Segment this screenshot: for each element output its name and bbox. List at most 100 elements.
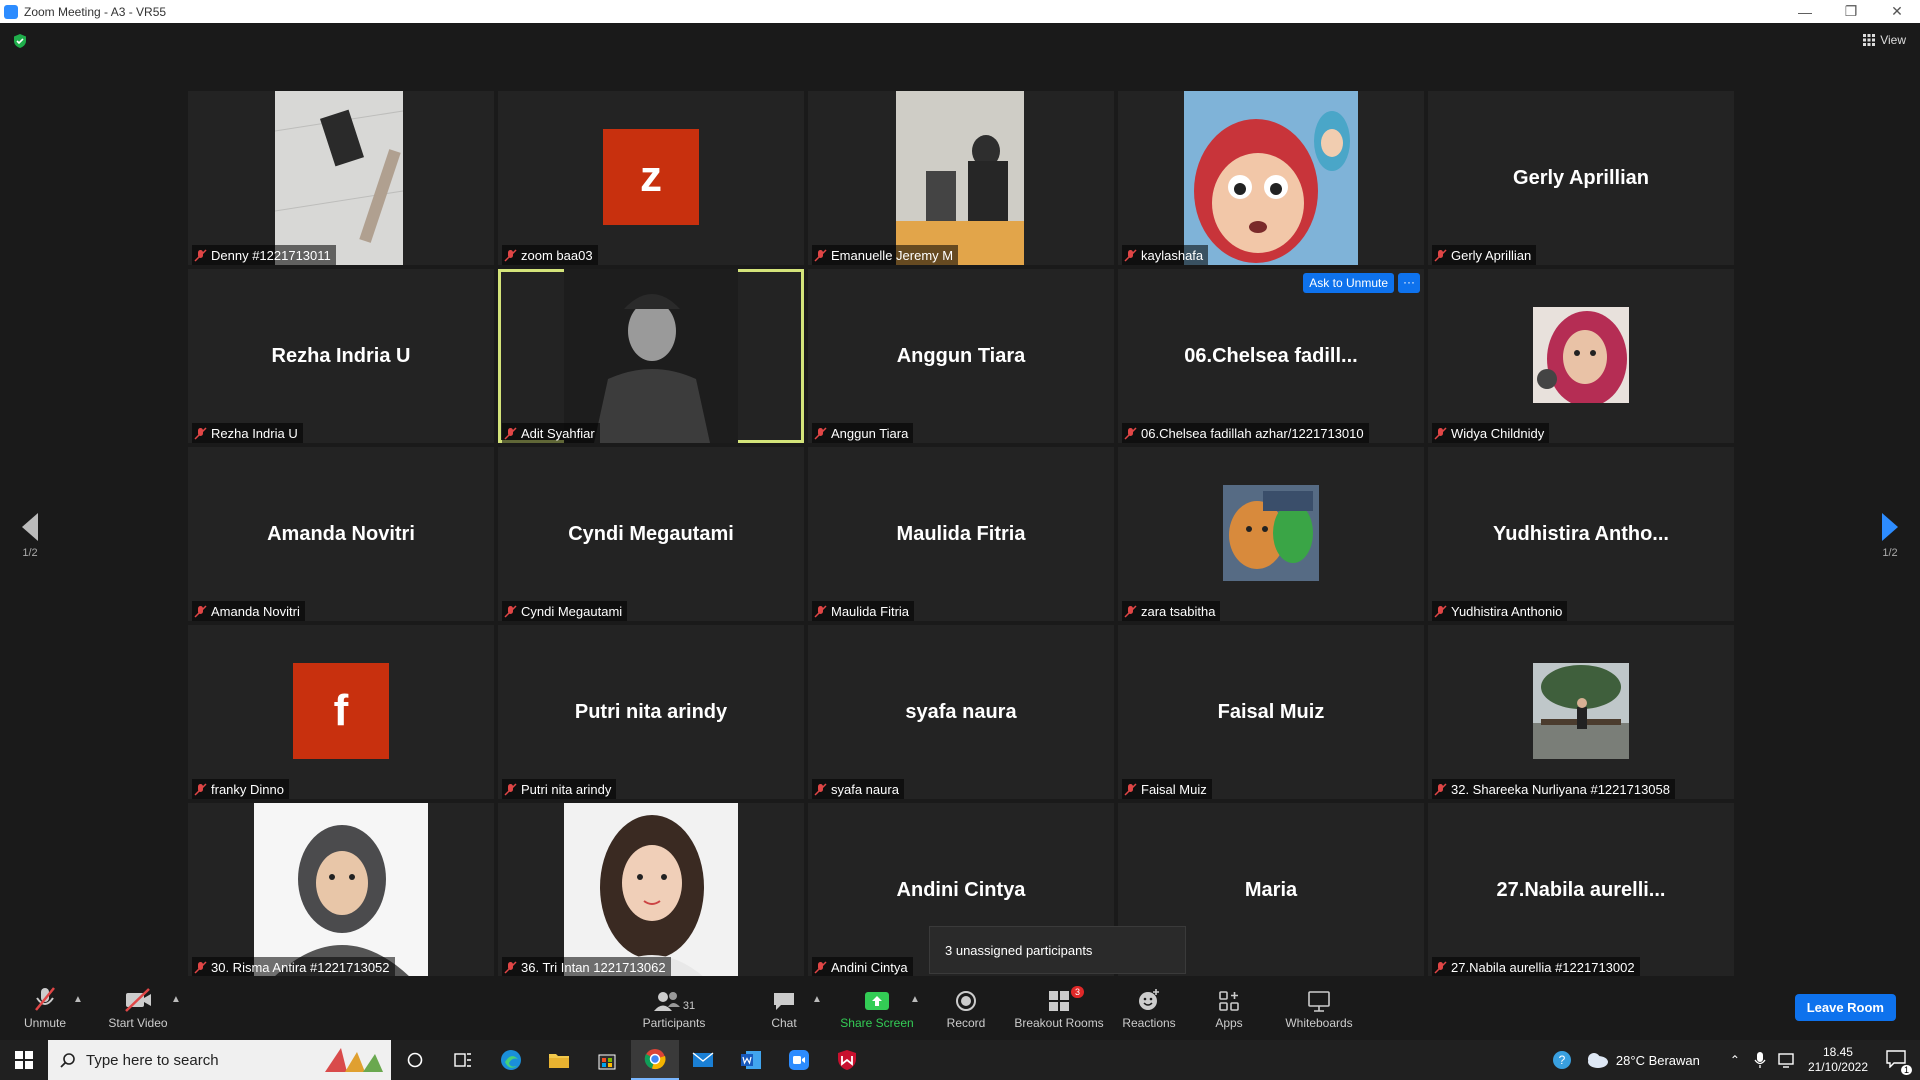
participant-tile[interactable]: Rezha Indria U Rezha Indria U bbox=[188, 269, 494, 443]
participant-video bbox=[275, 91, 403, 265]
participant-display-name: Cyndi Megautami bbox=[568, 523, 734, 545]
participant-tile[interactable]: Ask to Unmute ··· 06.Chelsea fadill... 0… bbox=[1118, 269, 1424, 443]
share-options-caret-icon[interactable]: ▲ bbox=[910, 994, 920, 1005]
reactions-button[interactable]: Reactions bbox=[1104, 986, 1194, 1030]
file-explorer-taskbar-button[interactable] bbox=[535, 1040, 583, 1080]
participants-button[interactable]: 31 Participants bbox=[629, 986, 719, 1030]
participant-tile[interactable]: Gerly Aprillian Gerly Aprillian bbox=[1428, 91, 1734, 265]
participant-tile[interactable]: Amanda Novitri Amanda Novitri bbox=[188, 447, 494, 621]
muted-mic-icon bbox=[814, 604, 827, 618]
mcafee-shield-icon bbox=[838, 1050, 856, 1070]
chat-button[interactable]: Chat bbox=[739, 986, 829, 1030]
encryption-shield-icon[interactable] bbox=[12, 33, 28, 49]
cortana-button[interactable] bbox=[391, 1040, 439, 1080]
name-label: Emanuelle Jeremy M bbox=[812, 245, 959, 265]
store-bag-icon bbox=[598, 1054, 616, 1070]
close-button[interactable]: ✕ bbox=[1874, 0, 1920, 23]
name-label: Anggun Tiara bbox=[812, 423, 914, 443]
record-button[interactable]: Record bbox=[921, 986, 1011, 1030]
previous-page-button[interactable]: 1/2 bbox=[15, 513, 45, 559]
unassigned-participants-notice[interactable]: 3 unassigned participants bbox=[929, 926, 1186, 974]
name-label: Maulida Fitria bbox=[812, 601, 915, 621]
apps-button[interactable]: Apps bbox=[1184, 986, 1274, 1030]
participant-tile[interactable]: syafa naura syafa naura bbox=[808, 625, 1114, 799]
participant-tile[interactable]: 32. Shareeka Nurliyana #1221713058 bbox=[1428, 625, 1734, 799]
task-view-icon bbox=[454, 1053, 471, 1067]
leave-room-button[interactable]: Leave Room bbox=[1794, 994, 1896, 1021]
chat-options-caret-icon[interactable]: ▲ bbox=[812, 994, 822, 1005]
search-icon bbox=[60, 1053, 75, 1068]
microphone-icon[interactable] bbox=[1754, 1051, 1766, 1069]
mail-taskbar-button[interactable] bbox=[679, 1040, 727, 1080]
participant-tile[interactable]: f franky Dinno bbox=[188, 625, 494, 799]
view-button[interactable]: View bbox=[1863, 33, 1906, 47]
next-page-button[interactable]: 1/2 bbox=[1875, 513, 1905, 559]
weather-text[interactable]: 28°C Berawan bbox=[1616, 1053, 1700, 1068]
muted-mic-icon bbox=[194, 782, 207, 796]
word-taskbar-button[interactable] bbox=[727, 1040, 775, 1080]
task-view-button[interactable] bbox=[439, 1040, 487, 1080]
unmute-button[interactable]: Unmute bbox=[0, 986, 90, 1030]
network-icon[interactable] bbox=[1778, 1052, 1796, 1068]
name-label: Gerly Aprillian bbox=[1432, 245, 1537, 265]
name-label: Andini Cintya bbox=[812, 957, 913, 977]
breakout-rooms-button[interactable]: 3 Breakout Rooms bbox=[1013, 986, 1105, 1030]
participant-tile[interactable]: Maulida Fitria Maulida Fitria bbox=[808, 447, 1114, 621]
name-label: kaylashafa bbox=[1122, 245, 1209, 265]
participant-display-name: Andini Cintya bbox=[896, 879, 1026, 901]
start-video-button[interactable]: Start Video bbox=[93, 986, 183, 1030]
participant-tile[interactable]: kaylashafa bbox=[1118, 91, 1424, 265]
page-indicator-right: 1/2 bbox=[1882, 547, 1898, 559]
store-taskbar-button[interactable] bbox=[583, 1040, 631, 1080]
participant-tile-active-speaker[interactable]: Adit Syahfiar bbox=[498, 269, 804, 443]
participant-tile[interactable]: Emanuelle Jeremy M bbox=[808, 91, 1114, 265]
whiteboards-button[interactable]: Whiteboards bbox=[1274, 986, 1364, 1030]
notification-center-button[interactable]: 1 bbox=[1886, 1049, 1912, 1075]
participant-tile[interactable]: Yudhistira Antho... Yudhistira Anthonio bbox=[1428, 447, 1734, 621]
muted-mic-icon bbox=[504, 248, 517, 262]
name-label: 32. Shareeka Nurliyana #1221713058 bbox=[1432, 779, 1676, 799]
show-hidden-icons-icon[interactable]: ⌃ bbox=[1730, 1053, 1740, 1067]
clock[interactable]: 18.45 21/10/2022 bbox=[1808, 1045, 1868, 1075]
share-screen-button[interactable]: Share Screen bbox=[832, 986, 922, 1030]
start-button[interactable] bbox=[0, 1040, 48, 1080]
search-placeholder: Type here to search bbox=[86, 1051, 219, 1069]
participant-tile[interactable]: 30. Risma Antira #1221713052 bbox=[188, 803, 494, 977]
participant-tile[interactable]: Cyndi Megautami Cyndi Megautami bbox=[498, 447, 804, 621]
more-options-button[interactable]: ··· bbox=[1398, 273, 1420, 293]
participant-tile[interactable]: Denny #1221713011 bbox=[188, 91, 494, 265]
taskbar-search-box[interactable]: Type here to search bbox=[48, 1040, 391, 1080]
participant-tile[interactable]: Anggun Tiara Anggun Tiara bbox=[808, 269, 1114, 443]
name-label: Denny #1221713011 bbox=[192, 245, 336, 265]
name-label: zoom baa03 bbox=[502, 245, 598, 265]
folder-icon bbox=[549, 1054, 569, 1068]
chat-icon bbox=[774, 993, 794, 1010]
muted-microphone-icon bbox=[35, 987, 55, 1011]
ask-to-unmute-button[interactable]: Ask to Unmute bbox=[1303, 273, 1394, 293]
participant-tile[interactable]: zara tsabitha bbox=[1118, 447, 1424, 621]
participant-tile[interactable]: Faisal Muiz Faisal Muiz bbox=[1118, 625, 1424, 799]
participant-video bbox=[254, 803, 428, 977]
restore-button[interactable]: ❐ bbox=[1828, 0, 1874, 23]
help-icon[interactable]: ? bbox=[1552, 1050, 1572, 1070]
name-label: Faisal Muiz bbox=[1122, 779, 1212, 799]
muted-mic-icon bbox=[194, 248, 207, 262]
name-label: Amanda Novitri bbox=[192, 601, 305, 621]
chrome-taskbar-button[interactable] bbox=[631, 1040, 679, 1080]
mcafee-taskbar-button[interactable] bbox=[823, 1040, 871, 1080]
edge-taskbar-button[interactable] bbox=[487, 1040, 535, 1080]
participant-tile[interactable]: 27.Nabila aurelli... 27.Nabila aurellia … bbox=[1428, 803, 1734, 977]
participant-tile[interactable]: Widya Childnidy bbox=[1428, 269, 1734, 443]
audio-options-caret-icon[interactable]: ▲ bbox=[73, 994, 83, 1005]
participant-tile[interactable]: z zoom baa03 bbox=[498, 91, 804, 265]
video-options-caret-icon[interactable]: ▲ bbox=[171, 994, 181, 1005]
muted-mic-icon bbox=[814, 248, 827, 262]
zoom-taskbar-button[interactable] bbox=[775, 1040, 823, 1080]
minimize-button[interactable]: — bbox=[1782, 0, 1828, 23]
participant-display-name: Amanda Novitri bbox=[267, 523, 415, 545]
participant-tile[interactable]: Putri nita arindy Putri nita arindy bbox=[498, 625, 804, 799]
muted-mic-icon bbox=[814, 426, 827, 440]
participant-display-name: syafa naura bbox=[905, 701, 1017, 723]
participant-tile[interactable]: 36. Tri Intan 1221713062 bbox=[498, 803, 804, 977]
chrome-icon bbox=[644, 1049, 666, 1070]
